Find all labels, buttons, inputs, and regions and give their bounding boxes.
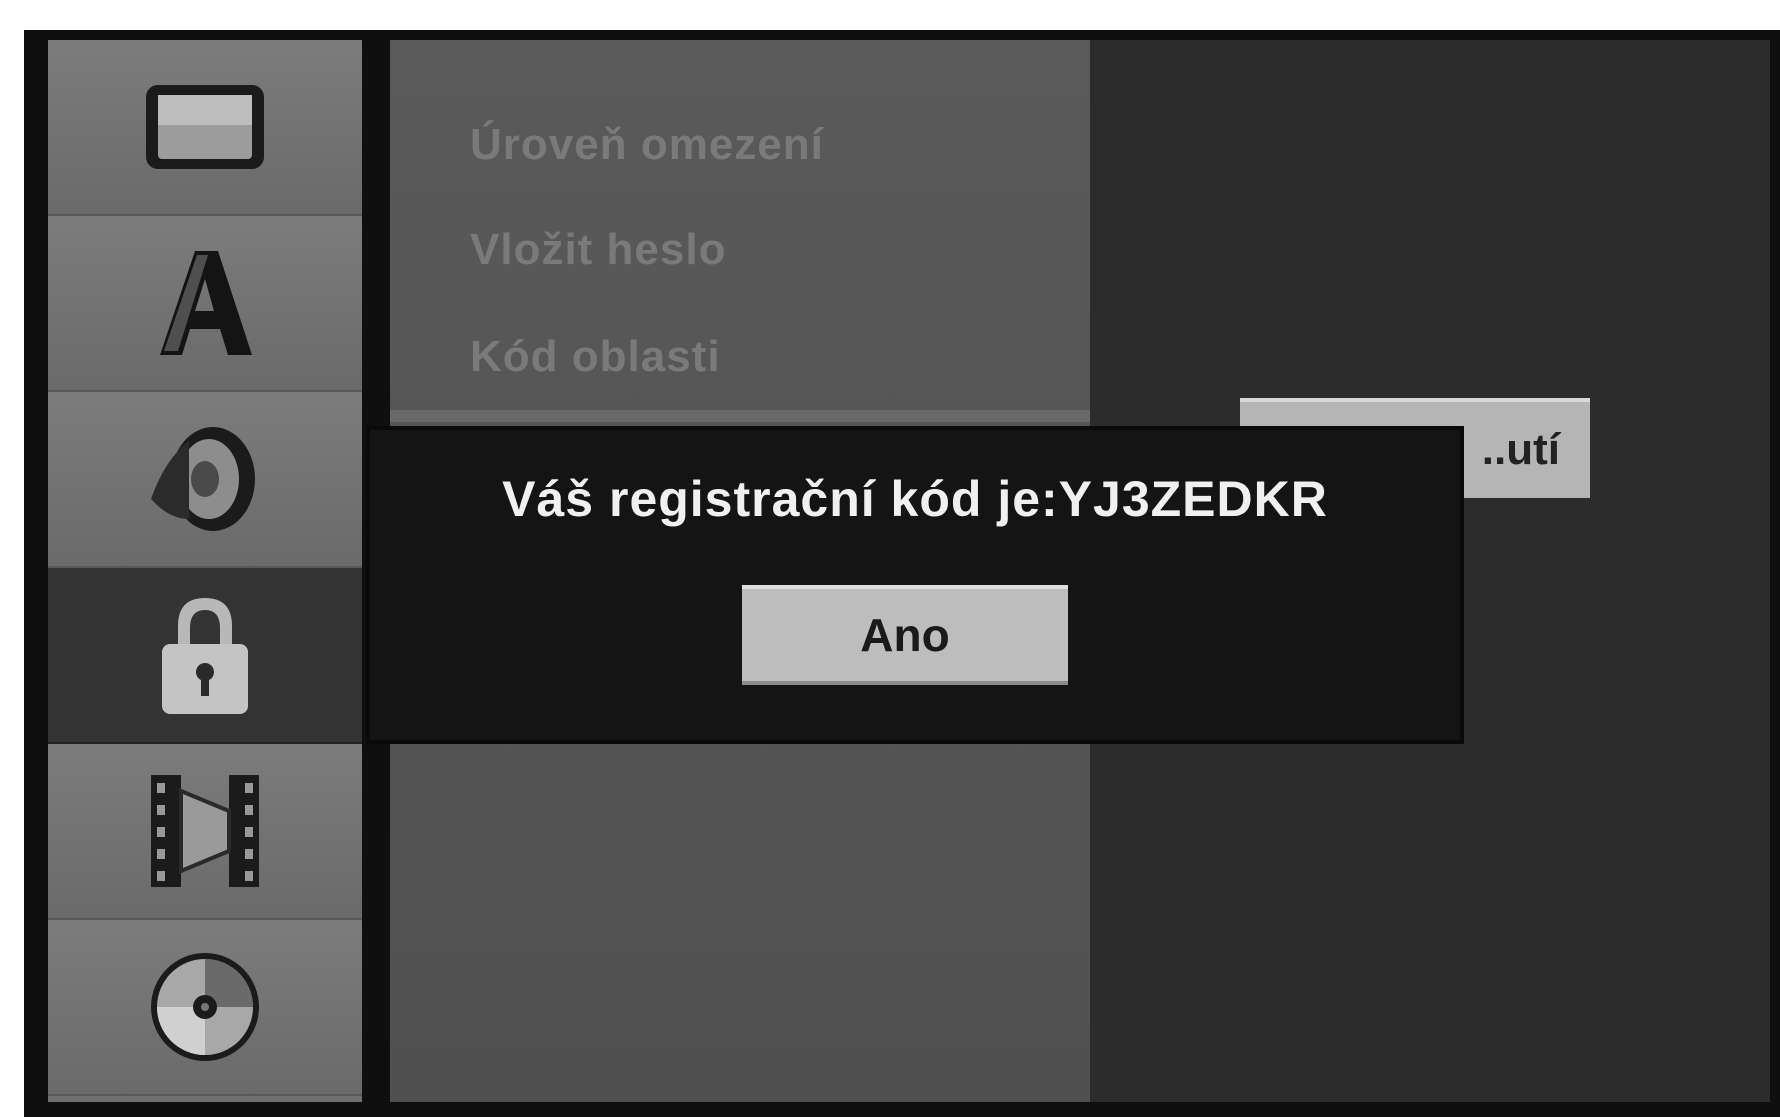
display-icon xyxy=(140,77,270,177)
language-icon xyxy=(150,243,260,363)
menu-item-rating-level[interactable]: Úroveň omezení xyxy=(470,120,824,170)
menu-item-area-code[interactable]: Kód oblasti xyxy=(470,332,721,382)
sidebar-item-lock[interactable] xyxy=(48,568,362,744)
settings-sidebar xyxy=(48,40,362,1102)
recording-film-icon xyxy=(145,771,265,891)
menu-divider xyxy=(390,410,1090,422)
registration-code-dialog: Váš registrační kód je:YJ3ZEDKR Ano xyxy=(370,430,1460,740)
registration-code-message: Váš registrační kód je:YJ3ZEDKR xyxy=(502,471,1328,527)
ok-button[interactable]: Ano xyxy=(742,585,1068,685)
sidebar-item-language[interactable] xyxy=(48,216,362,392)
disc-icon xyxy=(145,947,265,1067)
sidebar-item-recording[interactable] xyxy=(48,744,362,920)
sidebar-item-audio[interactable] xyxy=(48,392,362,568)
sidebar-item-display[interactable] xyxy=(48,40,362,216)
lock-icon xyxy=(150,590,260,720)
audio-speaker-icon xyxy=(145,419,265,539)
menu-item-set-password[interactable]: Vložit heslo xyxy=(470,225,726,275)
sidebar-item-disc[interactable] xyxy=(48,920,362,1096)
